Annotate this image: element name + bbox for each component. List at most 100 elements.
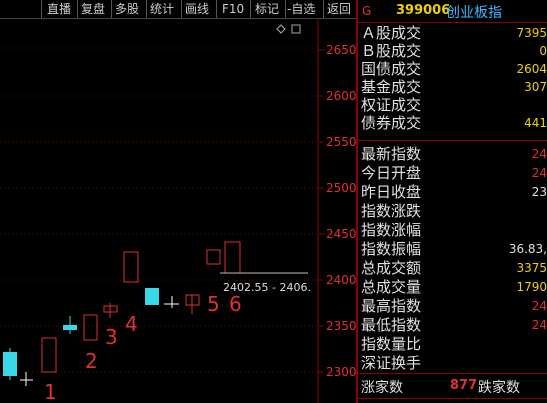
diamond-icon[interactable] [276, 24, 286, 34]
price-label: 2550 [326, 135, 356, 149]
toolbar-f10-button[interactable]: F10 [222, 1, 244, 17]
quote-row-label: 指数涨跌 [361, 202, 422, 220]
price-label: 2400 [326, 273, 356, 287]
price-label: 2600 [326, 89, 356, 103]
quote-row: 指数量比 [361, 335, 547, 353]
candlestick-chart[interactable]: 2650 2600 2550 2500 2450 2400 2350 2300 [0, 19, 356, 403]
quote-row-label: 总成交量 [361, 278, 422, 296]
quote-row: 指数涨幅 [361, 221, 547, 239]
quote-row-value: 24 [531, 166, 547, 180]
quote-row-label: 昨日收盘 [361, 183, 422, 201]
divider [358, 140, 547, 141]
toolbar-watchlist-button[interactable]: -自选 [287, 1, 315, 17]
quote-row: 昨日收盘 23 [361, 183, 547, 201]
quote-row: 最低指数 24 [361, 316, 547, 334]
quote-row: Ａ股成交 7395 [361, 24, 547, 42]
price-label: 2450 [326, 227, 356, 241]
candles [3, 241, 308, 386]
square-icon[interactable] [291, 24, 301, 34]
toolbar-replay-button[interactable]: 复盘 [81, 1, 105, 17]
quote-row-label: 指数振幅 [361, 240, 422, 258]
quote-row-value: 24 [531, 299, 547, 313]
candle-body-down [3, 352, 17, 376]
group-badge: G [362, 4, 372, 18]
toolbar-multi-stock-button[interactable]: 多股 [115, 1, 139, 17]
quote-row: Ｂ股成交 0 [361, 42, 547, 60]
toolbar-statistics-button[interactable]: 统计 [150, 1, 174, 17]
quote-row-value: 307 [524, 80, 547, 94]
quote-row-value: 24 [531, 318, 547, 332]
quote-row: 债券成交 441 [361, 114, 547, 132]
price-label: 2350 [326, 319, 356, 333]
quote-row: 总成交量 1790 [361, 278, 547, 296]
candle-annotations: 1 2 3 4 5 6 [44, 292, 242, 403]
quote-row-value: 0 [539, 44, 547, 58]
quote-row: 最高指数 24 [361, 297, 547, 315]
price-label: 2300 [326, 365, 356, 379]
toolbar-draw-line-button[interactable]: 画线 [185, 1, 209, 17]
quote-row: 指数振幅 36.83, [361, 240, 547, 258]
quote-row-label: 指数涨幅 [361, 221, 422, 239]
divider [358, 398, 547, 399]
toolbar-separator [111, 0, 112, 18]
annotation-number: 4 [125, 312, 138, 336]
price-axis-labels: 2650 2600 2550 2500 2450 2400 2350 2300 [326, 43, 356, 379]
annotation-number: 5 [207, 292, 220, 316]
quote-row-value: 1790 [516, 280, 547, 294]
quote-row: 总成交额 3375 [361, 259, 547, 277]
quote-row-value: 2604 [516, 62, 547, 76]
toolbar-live-button[interactable]: 直播 [47, 1, 71, 17]
quote-row-value: 23 [531, 185, 547, 199]
quote-row: 国债成交 2604 [361, 60, 547, 78]
quote-panel: G 399006 创业板指 Ａ股成交 7395 Ｂ股成交 0 国债成交 2604… [358, 0, 547, 403]
index-code: 399006 [396, 3, 451, 18]
candle-body-up [123, 251, 139, 283]
annotation-number: 1 [44, 380, 57, 403]
toolbar-back-button[interactable]: 返回 [327, 1, 351, 17]
quote-row-label: 总成交额 [361, 259, 422, 277]
quote-row: 指数涨跌 [361, 202, 547, 220]
quote-row-value: 3375 [516, 261, 547, 275]
toolbar-separator [216, 0, 217, 18]
price-label: 2650 [326, 43, 356, 57]
chart-toolbar: 直播 复盘 多股 统计 画线 F10 标记 -自选 返回 [0, 0, 356, 19]
quote-row-label: 权证成交 [361, 96, 422, 114]
candle-body-down [145, 288, 159, 305]
quote-row-label: 国债成交 [361, 60, 422, 78]
quote-row: 最新指数 24 [361, 145, 547, 163]
grid-lines [0, 47, 318, 373]
quote-row: 权证成交 [361, 96, 547, 114]
toolbar-separator [77, 0, 78, 18]
price-label: 2500 [326, 181, 356, 195]
candle-body-down [63, 325, 77, 330]
quote-row-label: 最新指数 [361, 145, 422, 163]
quote-row: 深证换手 [361, 354, 547, 372]
quote-row-value: 7395 [516, 26, 547, 40]
annotation-number: 6 [229, 292, 242, 316]
candle-body-up [41, 337, 57, 373]
toolbar-separator [181, 0, 182, 18]
quote-row-value: 24 [531, 147, 547, 161]
quote-header: G 399006 创业板指 [358, 0, 547, 23]
quote-row-label: Ｂ股成交 [361, 42, 422, 60]
quote-row-label: 基金成交 [361, 78, 422, 96]
quote-row-label: 深证换手 [361, 354, 422, 372]
divider [358, 373, 547, 374]
toolbar-separator [146, 0, 147, 18]
index-name: 创业板指 [446, 5, 502, 21]
toolbar-separator [41, 0, 42, 18]
candle-body-up [224, 241, 241, 274]
quote-row-label: 债券成交 [361, 114, 422, 132]
advancers-label: 涨家数 [361, 380, 403, 396]
quote-row-label: 指数量比 [361, 335, 422, 353]
annotation-number: 2 [85, 349, 98, 373]
toolbar-separator [285, 0, 286, 18]
toolbar-separator [250, 0, 251, 18]
decliners-label: 跌家数 [478, 380, 520, 396]
candle-body-up [83, 314, 98, 341]
quote-row-value: 441 [524, 116, 547, 130]
quote-row-label: 今日开盘 [361, 164, 422, 182]
advancers-count: 877 [450, 378, 478, 393]
toolbar-mark-button[interactable]: 标记 [255, 1, 279, 17]
quote-row-label: Ａ股成交 [361, 24, 422, 42]
